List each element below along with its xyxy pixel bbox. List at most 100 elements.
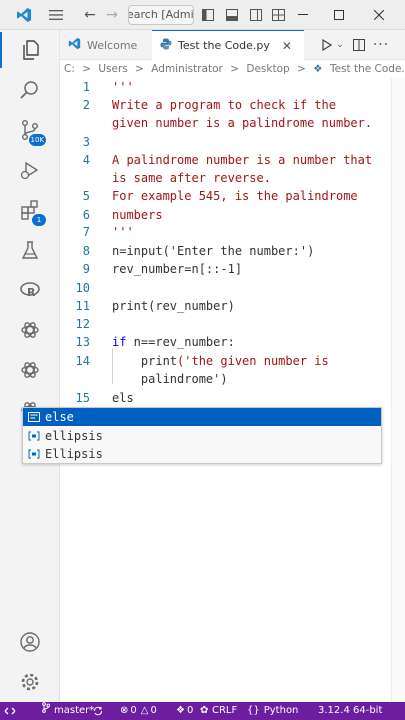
activity-bar: 10K 1 R: [0, 30, 60, 702]
tab-label: Test the Code.py: [178, 39, 270, 52]
problems-status[interactable]: ⊗ 0 △ 0: [120, 702, 157, 720]
breadcrumb-administrator[interactable]: Administrator: [151, 63, 223, 75]
code-line: 12: [60, 315, 405, 333]
breadcrumb-separator: >: [135, 63, 144, 75]
breadcrumb-desktop[interactable]: Desktop: [246, 63, 289, 75]
code-editor[interactable]: 1 ''' 2 Write a program to check if the gi…: [60, 78, 405, 702]
breadcrumb-drive[interactable]: C:: [64, 63, 75, 75]
maximize-icon[interactable]: [328, 0, 350, 30]
breadcrumb-users[interactable]: Users: [98, 63, 127, 75]
chatgpt-icon[interactable]: [0, 312, 60, 348]
code-text[interactable]: n=input('Enter the number:'): [112, 242, 314, 260]
explorer-icon[interactable]: [0, 32, 60, 68]
code-text[interactable]: if n==rev_number:: [112, 333, 235, 351]
accounts-icon[interactable]: [0, 624, 60, 660]
testing-flask-icon[interactable]: [0, 232, 60, 268]
suggest-item[interactable]: Ellipsis: [23, 445, 381, 463]
indent-guide: [112, 348, 113, 384]
git-branch-icon: [42, 702, 51, 720]
code-text[interactable]: A palindrome number is a number that: [112, 151, 372, 169]
interpreter-status[interactable]: 3.12.4 64-bit: [318, 702, 382, 720]
code-line: 4 A palindrome number is a number that: [60, 151, 405, 169]
suggest-label: else: [45, 410, 74, 424]
source-control-icon[interactable]: 10K: [0, 112, 60, 148]
line-number: 9: [82, 262, 90, 276]
breadcrumb-separator: >: [230, 63, 240, 75]
code-text[interactable]: ''': [112, 223, 134, 241]
customize-layout-icon[interactable]: [268, 0, 288, 30]
line-number: 1: [82, 80, 90, 94]
settings-gear-icon[interactable]: [0, 664, 60, 700]
sync-icon[interactable]: [93, 702, 103, 720]
tab-test-the-code[interactable]: Test the Code.py ✕: [152, 30, 304, 60]
code-text[interactable]: given number is a palindrome number.: [112, 114, 372, 132]
code-text[interactable]: numbers: [112, 206, 163, 224]
editor-scrollbar[interactable]: [391, 78, 405, 702]
error-count: 0: [130, 705, 137, 716]
braces-icon: {}: [247, 705, 260, 716]
split-editor-icon[interactable]: [350, 30, 368, 60]
vscode-logo-icon: [10, 0, 38, 30]
line-ending-status[interactable]: CRLF: [212, 702, 237, 720]
forward-arrow-icon[interactable]: →: [102, 0, 122, 30]
back-arrow-icon[interactable]: ←: [80, 0, 100, 30]
line-number: 15: [75, 391, 90, 405]
breadcrumb: C: > Users > Administrator > Desktop > ❖…: [60, 60, 405, 78]
suggest-item[interactable]: else: [23, 408, 381, 426]
variable-icon: [27, 448, 41, 460]
python-file-icon: [160, 38, 172, 53]
line-number: 4: [82, 153, 90, 167]
toggle-secondary-sidebar-icon[interactable]: [248, 0, 264, 30]
language-status[interactable]: {} Python: [247, 702, 298, 720]
extensions-icon[interactable]: 1: [0, 192, 60, 228]
suggest-item[interactable]: ellipsis: [23, 427, 381, 445]
tab-welcome[interactable]: Welcome: [60, 30, 150, 60]
toggle-primary-sidebar-icon[interactable]: [200, 0, 216, 30]
code-line: 7 ''': [60, 223, 405, 241]
menu-icon[interactable]: [44, 0, 68, 30]
line-number: 3: [82, 135, 90, 149]
remote-icon[interactable]: [4, 702, 16, 720]
code-text[interactable]: print('the given number is: [112, 352, 329, 370]
suggest-label: ellipsis: [45, 429, 103, 443]
code-text[interactable]: els: [112, 389, 134, 407]
search-icon[interactable]: [0, 72, 60, 108]
code-text[interactable]: palindrome'): [112, 370, 228, 388]
line-number: 7: [82, 225, 90, 239]
vscode-tab-icon: [68, 37, 81, 53]
line-number: 13: [75, 335, 90, 349]
minimize-icon[interactable]: [292, 0, 314, 30]
code-text[interactable]: Write a program to check if the: [112, 96, 336, 114]
run-debug-icon[interactable]: [0, 152, 60, 188]
ports-status[interactable]: ❖ 0: [176, 702, 193, 720]
more-actions-icon[interactable]: ···: [372, 30, 390, 60]
branch-status[interactable]: master*: [42, 702, 94, 720]
breadcrumb-separator: >: [82, 63, 92, 75]
code-text[interactable]: ''': [112, 78, 134, 96]
code-line: 10: [60, 279, 405, 297]
breadcrumb-file[interactable]: Test the Code.py: [330, 63, 405, 75]
code-text[interactable]: print(rev_number): [112, 297, 235, 315]
svg-text:R: R: [27, 286, 36, 299]
command-center-search[interactable]: earch [Adminis: [128, 5, 194, 25]
line-number: 12: [75, 317, 90, 331]
bell-icon[interactable]: ✿: [200, 702, 208, 720]
code-text[interactable]: rev_number=n[::-1]: [112, 260, 242, 278]
chatgpt-icon-2[interactable]: [0, 352, 60, 388]
code-line: 1 ''': [60, 78, 405, 96]
run-options-chevron-icon[interactable]: ⌄: [334, 30, 346, 60]
code-text[interactable]: is same after reverse.: [112, 169, 271, 187]
r-language-icon[interactable]: R: [0, 272, 60, 308]
suggest-widget: else ellipsis Ellipsis: [22, 407, 382, 464]
close-tab-icon[interactable]: ✕: [282, 39, 292, 53]
close-window-icon[interactable]: [368, 0, 390, 30]
line-number: 11: [75, 299, 90, 313]
ports-count: 0: [186, 705, 194, 716]
variable-icon: [27, 430, 41, 442]
code-text[interactable]: For example 545, is the palindrome: [112, 187, 358, 205]
code-line: 11 print(rev_number): [60, 297, 405, 315]
source-control-badge: 10K: [28, 134, 46, 146]
tab-label: Welcome: [87, 38, 138, 52]
line-number: 14: [75, 354, 90, 368]
toggle-panel-icon[interactable]: [224, 0, 240, 30]
